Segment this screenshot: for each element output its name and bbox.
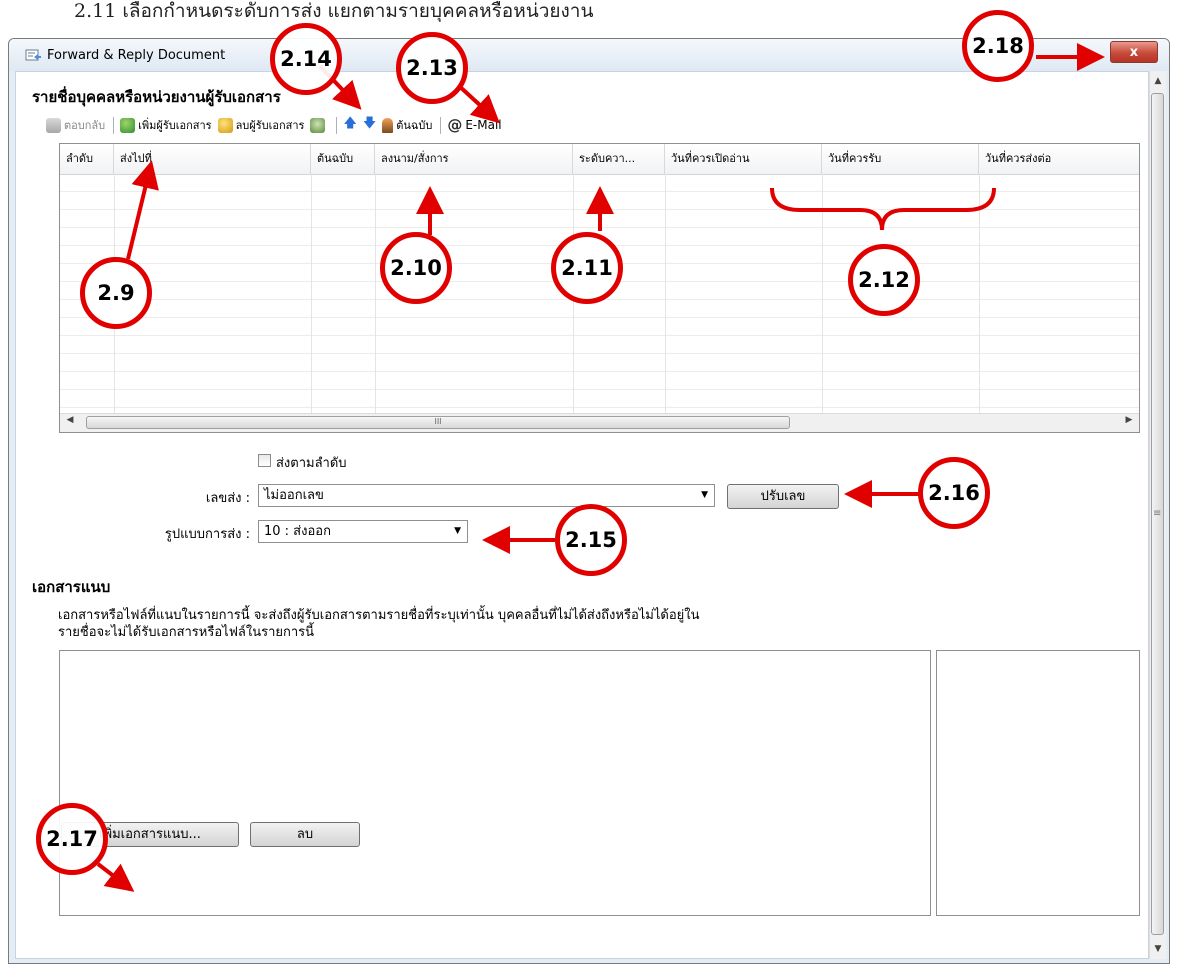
column-divider	[375, 174, 376, 414]
column-header-receive-date[interactable]: วันที่ควรรับ	[822, 144, 979, 174]
arrow-down-icon: 🡇	[362, 116, 377, 131]
recipients-toolbar: ตอบกลับ เพิ่มผู้รับเอกสาร ลบผู้รับเอกสาร…	[46, 115, 508, 135]
annotation-2-12: 2.12	[848, 244, 920, 316]
add-user-icon	[120, 117, 136, 133]
send-number-label: เลขส่ง :	[205, 491, 250, 506]
users-group-icon	[310, 117, 326, 133]
send-format-select[interactable]: 10 : ส่งออก ▼	[258, 520, 468, 543]
column-divider	[311, 174, 312, 414]
annotation-2-15: 2.15	[555, 504, 627, 576]
column-divider	[979, 174, 980, 414]
remove-user-icon	[217, 117, 233, 133]
column-header-original[interactable]: ต้นฉบับ	[311, 144, 375, 174]
delete-attachment-button[interactable]: ลบ	[250, 822, 360, 847]
attachments-section-title: เอกสารแนบ	[32, 578, 111, 596]
vertical-scrollbar[interactable]: ▲ ≡ ▼	[1149, 71, 1166, 959]
document-heading: 2.11 เลือกกำหนดระดับการส่ง แยกตามรายบุคค…	[74, 0, 594, 22]
annotation-2-13: 2.13	[396, 32, 468, 104]
toolbar-separator	[336, 116, 338, 134]
reply-button[interactable]: ตอบกลับ	[46, 116, 105, 134]
remove-recipient-label: ลบผู้รับเอกสาร	[235, 119, 305, 132]
column-header-open-date[interactable]: วันที่ควรเปิดอ่าน	[665, 144, 822, 174]
description-line: เอกสารหรือไฟล์ที่แนบในรายการนี้ จะส่งถึง…	[58, 608, 700, 623]
chevron-down-icon: ▼	[454, 526, 461, 536]
horizontal-scroll-thumb[interactable]: III	[86, 416, 790, 429]
annotation-2-9: 2.9	[80, 257, 152, 329]
remove-recipient-button[interactable]: ลบผู้รับเอกสาร	[217, 116, 305, 134]
annotation-2-10: 2.10	[380, 232, 452, 304]
arrow-up-icon: 🡅	[343, 116, 357, 131]
add-recipient-button[interactable]: เพิ่มผู้รับเอกสาร	[120, 116, 212, 134]
attachments-description: เอกสารหรือไฟล์ที่แนบในรายการนี้ จะส่งถึง…	[58, 607, 958, 641]
column-divider	[665, 174, 666, 414]
attachment-preview	[936, 650, 1140, 916]
close-button[interactable]: x	[1110, 41, 1158, 63]
original-copy-label: ต้นฉบับ	[396, 119, 433, 132]
send-number-select[interactable]: ไม่ออกเลข ▼	[258, 484, 715, 507]
scroll-left-icon[interactable]: ◀	[62, 415, 78, 425]
recipients-section-title: รายชื่อบุคคลหรือหน่วยงานผู้รับเอกสาร	[32, 88, 281, 106]
chevron-down-icon: ▼	[701, 490, 708, 500]
original-copy-button[interactable]: ต้นฉบับ	[382, 116, 432, 134]
toolbar-separator	[440, 116, 442, 134]
scroll-down-icon[interactable]: ▼	[1150, 941, 1166, 957]
column-divider	[822, 174, 823, 414]
move-down-button[interactable]: 🡇	[363, 114, 376, 136]
at-sign-icon: @	[447, 116, 463, 134]
annotation-2-18: 2.18	[962, 10, 1034, 82]
attachments-list[interactable]	[59, 650, 931, 916]
horizontal-scrollbar[interactable]: ◀ III ▶	[60, 413, 1139, 432]
group-recipients-button[interactable]	[310, 117, 328, 133]
toolbar-separator	[113, 116, 115, 134]
document-forward-icon	[25, 49, 41, 61]
send-format-value: 10 : ส่งออก	[264, 521, 331, 542]
column-header-forward-date[interactable]: วันที่ควรส่งต่อ	[979, 144, 1139, 174]
annotation-2-16: 2.16	[918, 457, 990, 529]
add-recipient-label: เพิ่มผู้รับเอกสาร	[138, 119, 212, 132]
send-format-label: รูปแบบการส่ง :	[164, 527, 250, 542]
stamp-icon	[382, 117, 394, 133]
column-header-send-to[interactable]: ส่งไปที่	[114, 144, 311, 174]
reply-icon	[46, 117, 61, 133]
window-title: Forward & Reply Document	[47, 48, 226, 63]
column-header-order[interactable]: ลำดับ	[60, 144, 114, 174]
annotation-2-11: 2.11	[551, 232, 623, 304]
scroll-right-icon[interactable]: ▶	[1121, 415, 1137, 425]
column-header-priority[interactable]: ระดับควา...	[573, 144, 665, 174]
adjust-number-button[interactable]: ปรับเลข	[727, 484, 839, 509]
send-number-value: ไม่ออกเลข	[264, 485, 324, 506]
scroll-up-icon[interactable]: ▲	[1150, 73, 1166, 89]
reply-label: ตอบกลับ	[64, 119, 106, 132]
scroll-grip-icon: ≡	[1153, 508, 1162, 519]
annotation-2-17: 2.17	[36, 803, 108, 875]
description-line: รายชื่อจะไม่ได้รับเอกสารหรือไฟล์ในรายการ…	[58, 625, 315, 640]
annotation-2-14: 2.14	[270, 23, 342, 95]
send-in-order-label: ส่งตามลำดับ	[276, 456, 347, 471]
move-up-button[interactable]: 🡅	[343, 114, 356, 136]
column-header-sign-order[interactable]: ลงนาม/สั่งการ	[375, 144, 573, 174]
email-label: E-Mail	[465, 118, 502, 132]
table-header: ลำดับ ส่งไปที่ ต้นฉบับ ลงนาม/สั่งการ ระด…	[60, 144, 1139, 175]
send-in-order-checkbox[interactable]	[258, 454, 271, 467]
email-button[interactable]: @ E-Mail	[447, 116, 501, 134]
